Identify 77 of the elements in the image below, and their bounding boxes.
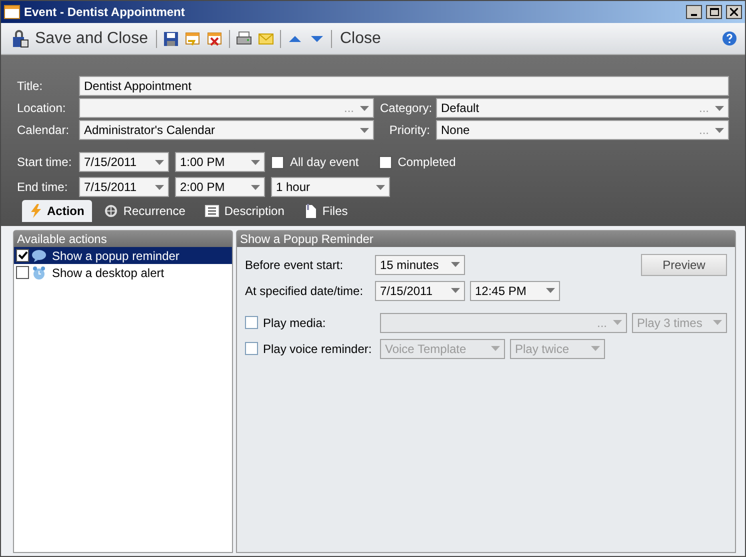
- tab[interactable]: Action: [22, 200, 92, 222]
- category-dropdown[interactable]: Default ...: [436, 98, 729, 118]
- tab[interactable]: Description: [197, 200, 292, 222]
- caret-icon: [613, 320, 622, 325]
- field-label: Location:: [17, 101, 67, 115]
- caret-icon: [715, 106, 724, 110]
- alarm-clock-icon: [32, 266, 46, 280]
- close-text-button[interactable]: Close: [338, 26, 383, 50]
- save-as-icon[interactable]: [184, 30, 201, 46]
- checkbox[interactable]: [271, 156, 284, 168]
- calendar-dropdown[interactable]: Administrator's Calendar: [79, 120, 374, 140]
- tab[interactable]: Files: [296, 200, 356, 222]
- checkbox[interactable]: [245, 316, 258, 329]
- caret-icon: [360, 128, 369, 132]
- caret-icon: [491, 346, 500, 351]
- window-icon: [4, 5, 20, 19]
- checkbox[interactable]: [16, 249, 29, 262]
- field-label: Calendar:: [17, 123, 70, 137]
- duration-dropdown[interactable]: 1 hour: [271, 177, 390, 197]
- save-and-close-button[interactable]: Save and Close: [9, 26, 150, 50]
- title-field[interactable]: Dentist Appointment: [79, 76, 729, 96]
- dropdown[interactable]: 15 minutes: [375, 254, 465, 274]
- speech-bubble-icon: [32, 249, 46, 262]
- caret-icon: [360, 106, 369, 110]
- maximize-icon: [710, 8, 718, 16]
- delete-icon[interactable]: [206, 30, 223, 46]
- field-label: Start time:: [17, 155, 73, 169]
- close-icon: [730, 8, 738, 16]
- date-dropdown[interactable]: 7/15/2011: [375, 280, 465, 300]
- minimize-button[interactable]: [686, 5, 702, 19]
- caret-icon: [251, 160, 260, 164]
- caret-icon: [155, 160, 164, 164]
- caret-icon: [251, 184, 260, 190]
- date-dropdown[interactable]: 7/15/2011: [79, 152, 169, 172]
- time-dropdown[interactable]: 2:00 PM: [175, 177, 265, 197]
- panel-header: Available actions: [14, 231, 232, 247]
- checkbox-label: Play media:: [263, 316, 327, 330]
- file-icon: [304, 204, 318, 218]
- text-lines-icon: [205, 205, 220, 217]
- recurrence-icon: [104, 204, 118, 218]
- checkbox[interactable]: [245, 342, 258, 355]
- lightning-icon: [30, 204, 42, 218]
- date-dropdown[interactable]: 7/15/2011: [79, 177, 169, 197]
- checkbox-label: Completed: [398, 155, 456, 169]
- panel-header: Show a Popup Reminder: [237, 231, 735, 247]
- caret-icon: [713, 320, 722, 325]
- list-item[interactable]: Show a popup reminder: [14, 247, 232, 264]
- close-button[interactable]: [726, 5, 742, 19]
- lock-icon: [11, 30, 29, 48]
- checkbox-label: All day event: [290, 155, 359, 169]
- window-title: Event - Dentist Appointment: [24, 5, 186, 19]
- caret-icon: [715, 128, 724, 132]
- caret-icon: [376, 184, 385, 190]
- caret-icon: [546, 288, 555, 293]
- checkbox-label: Play voice reminder:: [263, 342, 373, 356]
- field-label: Category:: [380, 101, 430, 115]
- help-icon[interactable]: [722, 31, 737, 46]
- maximize-button[interactable]: [706, 5, 722, 19]
- tab[interactable]: Recurrence: [96, 200, 194, 222]
- field-label: Priority:: [388, 123, 430, 137]
- checkbox[interactable]: [378, 156, 392, 168]
- field-label: Title:: [17, 79, 44, 93]
- time-dropdown[interactable]: 1:00 PM: [175, 152, 265, 172]
- preview-button[interactable]: Preview: [641, 254, 727, 276]
- checkbox[interactable]: [16, 266, 29, 279]
- caret-icon: [155, 184, 164, 190]
- caret-icon: [591, 346, 600, 351]
- field-label: Before event start:: [245, 258, 344, 272]
- caret-icon: [451, 262, 460, 267]
- time-dropdown[interactable]: 12:45 PM: [470, 280, 560, 300]
- print-icon[interactable]: [236, 30, 252, 46]
- list-item[interactable]: Show a desktop alert: [14, 264, 232, 281]
- caret-icon: [451, 288, 460, 293]
- priority-dropdown[interactable]: None ...: [436, 120, 729, 140]
- field-label: At specified date/time:: [245, 284, 364, 298]
- field-label: End time:: [17, 180, 69, 194]
- save-icon[interactable]: [162, 30, 179, 46]
